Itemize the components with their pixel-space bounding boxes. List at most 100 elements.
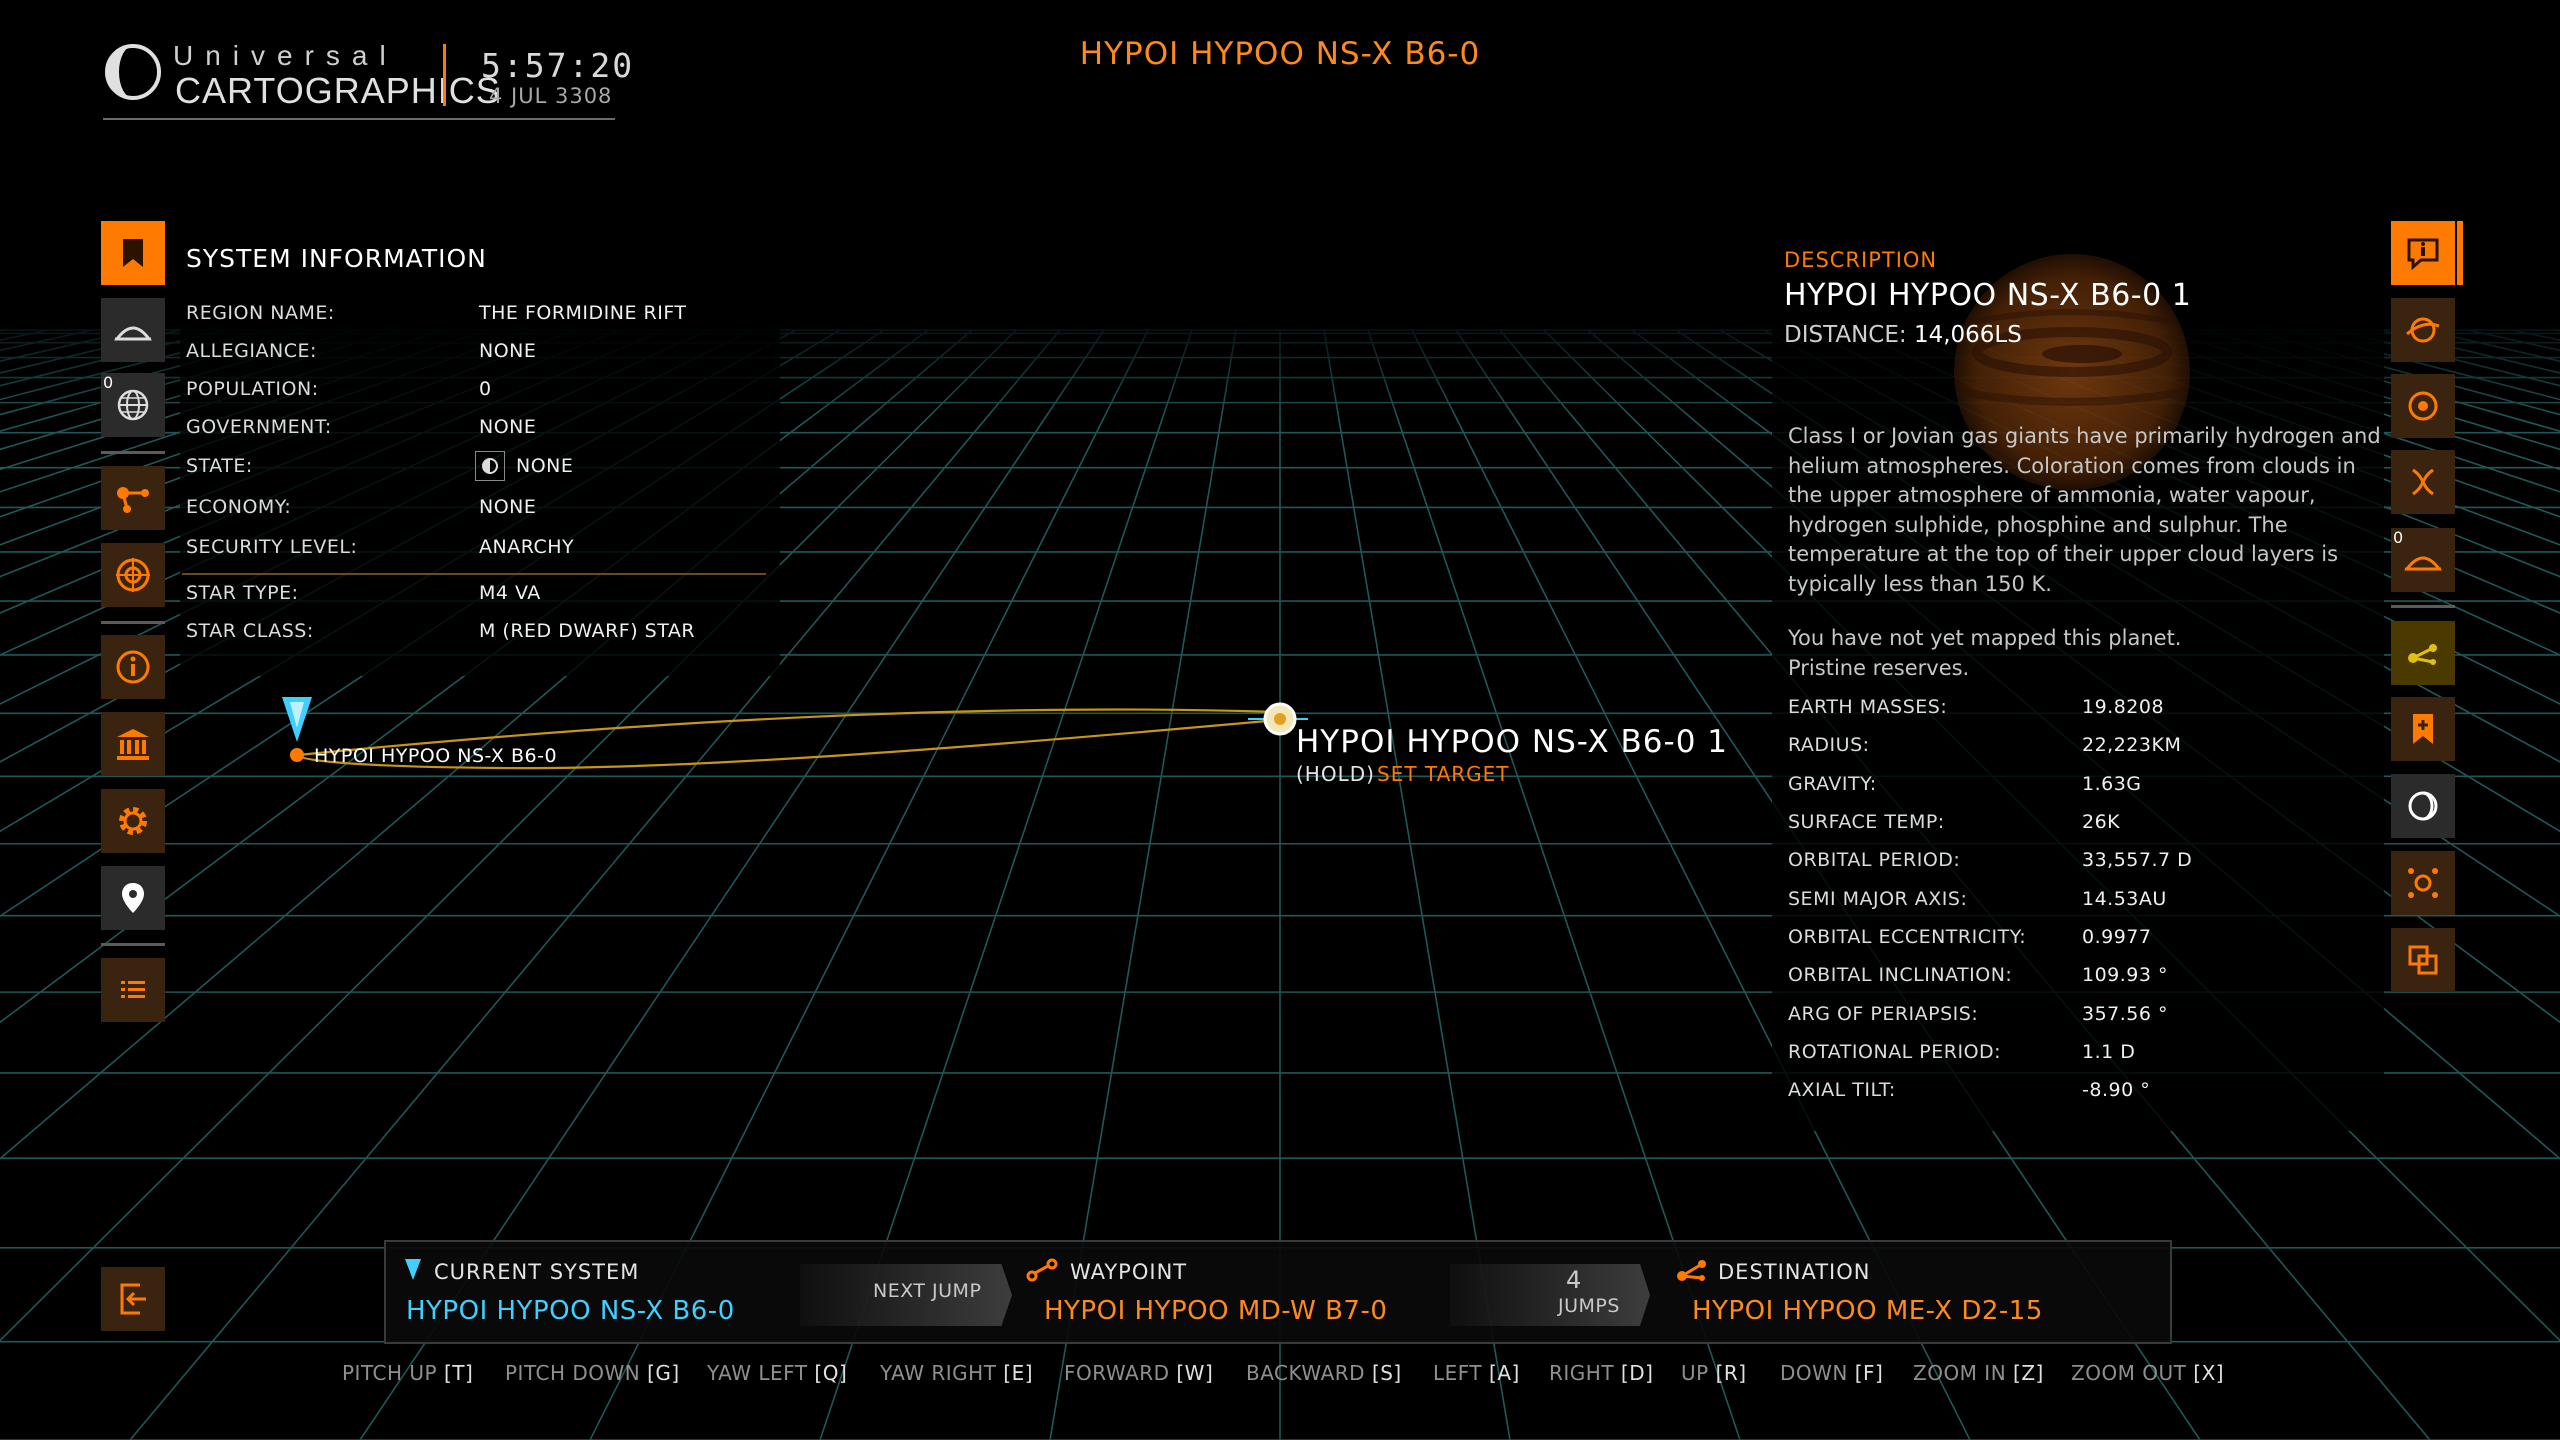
orbital-eccentricity-label: ORBITAL ECCENTRICITY: [1788,926,2027,948]
control-hint-pitch-up: PITCH UP [T] [342,1361,473,1385]
mapped-status-text: You have not yet mapped this planet. [1788,626,2182,650]
control-key: [F] [1854,1361,1884,1385]
control-hint-zoom-out: ZOOM OUT [X] [2071,1361,2224,1385]
star-class-value: M (RED DWARF) STAR [479,620,696,642]
control-action: DOWN [1780,1361,1848,1385]
control-key: [Z] [2013,1361,2044,1385]
region-name-value: THE FORMIDINE RIFT [479,302,687,324]
control-action: PITCH DOWN [505,1361,641,1385]
planet-view-button[interactable] [101,298,165,362]
control-key: [R] [1715,1361,1747,1385]
orbital-inclination-label: ORBITAL INCLINATION: [1788,964,2013,986]
surface-temp-label: SURFACE TEMP: [1788,811,1945,833]
mapping-status: You have not yet mapped this planet. Pri… [1788,624,2366,683]
star-class-label: STAR CLASS: [186,620,314,642]
control-key: [X] [2193,1361,2225,1385]
body-name: HYPOI HYPOO NS-X B6-0 1 [1784,278,2192,313]
control-action: UP [1681,1361,1709,1385]
moon-icon [2408,791,2438,821]
current-system-marker[interactable] [282,697,312,762]
globe-icon [117,389,149,421]
radius-label: RADIUS: [1788,734,1870,756]
planet-map-label[interactable]: HYPOI HYPOO NS-X B6-0 1 [1296,724,1728,760]
planet-icon [114,326,152,341]
current-system-name[interactable]: HYPOI HYPOO NS-X B6-0 [406,1296,735,1326]
body-info-button[interactable] [2391,221,2455,285]
control-action: ZOOM IN [1913,1361,2007,1385]
destination-system-name[interactable]: HYPOI HYPOO ME-X D2-15 [1692,1296,2043,1326]
state-half-circle-icon [475,451,505,481]
population-value: 0 [479,378,492,400]
current-system-heading: CURRENT SYSTEM [434,1260,640,1284]
description-line: temperature at the top of their upper cl… [1788,542,2339,566]
exit-button[interactable] [101,1267,165,1331]
control-action: PITCH UP [342,1361,438,1385]
bookmark-add-icon [2413,714,2433,744]
semi-major-axis-label: SEMI MAJOR AXIS: [1788,888,1968,910]
map-pin-button[interactable] [101,866,165,930]
control-hint-yaw-left: YAW LEFT [Q] [707,1361,847,1385]
planet-scan-icon [2406,317,2440,343]
control-key: [W] [1176,1361,1214,1385]
government-button[interactable] [101,712,165,776]
target-button[interactable] [2391,374,2455,438]
control-key: [Q] [814,1361,848,1385]
info-icon [2407,238,2439,270]
route-icon [117,487,149,513]
plot-route-button[interactable] [2391,621,2455,685]
dna-icon [2412,468,2434,496]
destination-icon [1677,1260,1706,1281]
region-name-label: REGION NAME: [186,302,335,324]
orbital-eccentricity-value: 0.9977 [2082,926,2152,948]
radius-value: 22,223KM [2082,734,2182,756]
globe-badge: 0 [103,373,114,392]
description-line: hydrogen sulphide, phosphine and sulphur… [1788,512,2288,537]
waypoint-system-name[interactable]: HYPOI HYPOO MD-W B7-0 [1044,1296,1387,1326]
arg-of-periapsis-label: ARG OF PERIAPSIS: [1788,1003,1979,1025]
active-tab-marker [2457,221,2463,285]
reserves-text: Pristine reserves. [1788,655,1970,680]
gravity-value: 1.63G [2082,773,2142,795]
set-target-link[interactable]: SET TARGET [1377,762,1510,786]
waypoint-heading: WAYPOINT [1070,1260,1188,1284]
description-line: the upper atmosphere of ammonia, water v… [1788,483,2316,507]
control-key: [A] [1489,1361,1520,1385]
surface-button[interactable]: 0 [2391,528,2455,592]
earth-masses-label: EARTH MASSES: [1788,696,1948,718]
control-action: YAW RIGHT [880,1361,997,1385]
hold-hint: (HOLD) [1296,762,1375,786]
focus-icon [2408,868,2438,898]
swap-view-button[interactable] [2391,928,2455,992]
info-icon [116,650,150,684]
control-key: [T] [443,1361,474,1385]
globe-button[interactable]: 0 [101,373,165,437]
current-system-map-label[interactable]: HYPOI HYPOO NS-X B6-0 [314,745,557,767]
focus-button[interactable] [2391,851,2455,915]
description-line: helium atmospheres. Coloration comes fro… [1788,453,2356,478]
moons-button[interactable] [2391,774,2455,838]
control-action: LEFT [1433,1361,1483,1385]
settings-button[interactable] [101,789,165,853]
system-info-title: SYSTEM INFORMATION [186,244,487,273]
info-button[interactable] [101,635,165,699]
bookmark-icon [123,239,143,267]
description-line: Class I or Jovian gas giants have primar… [1788,424,2381,448]
current-location-icon [405,1259,421,1280]
list-button[interactable] [101,958,165,1022]
star-type-label: STAR TYPE: [186,582,299,604]
route-button[interactable] [101,466,165,530]
control-hint-down: DOWN [F] [1780,1361,1883,1385]
target-globe-button[interactable] [101,543,165,607]
control-action: ZOOM OUT [2071,1361,2187,1385]
add-bookmark-button[interactable] [2391,697,2455,761]
control-hint-backward: BACKWARD [S] [1246,1361,1402,1385]
waypoint-icon [1026,1258,1058,1282]
planet-scan-button[interactable] [2391,298,2455,362]
jumps-count: 4 [1566,1266,1582,1294]
allegiance-value: NONE [479,340,537,362]
state-value: NONE [516,455,574,477]
bookmark-button[interactable] [101,221,165,285]
orbital-period-label: ORBITAL PERIOD: [1788,849,1961,871]
control-action: RIGHT [1549,1361,1615,1385]
biology-button[interactable] [2391,450,2455,514]
